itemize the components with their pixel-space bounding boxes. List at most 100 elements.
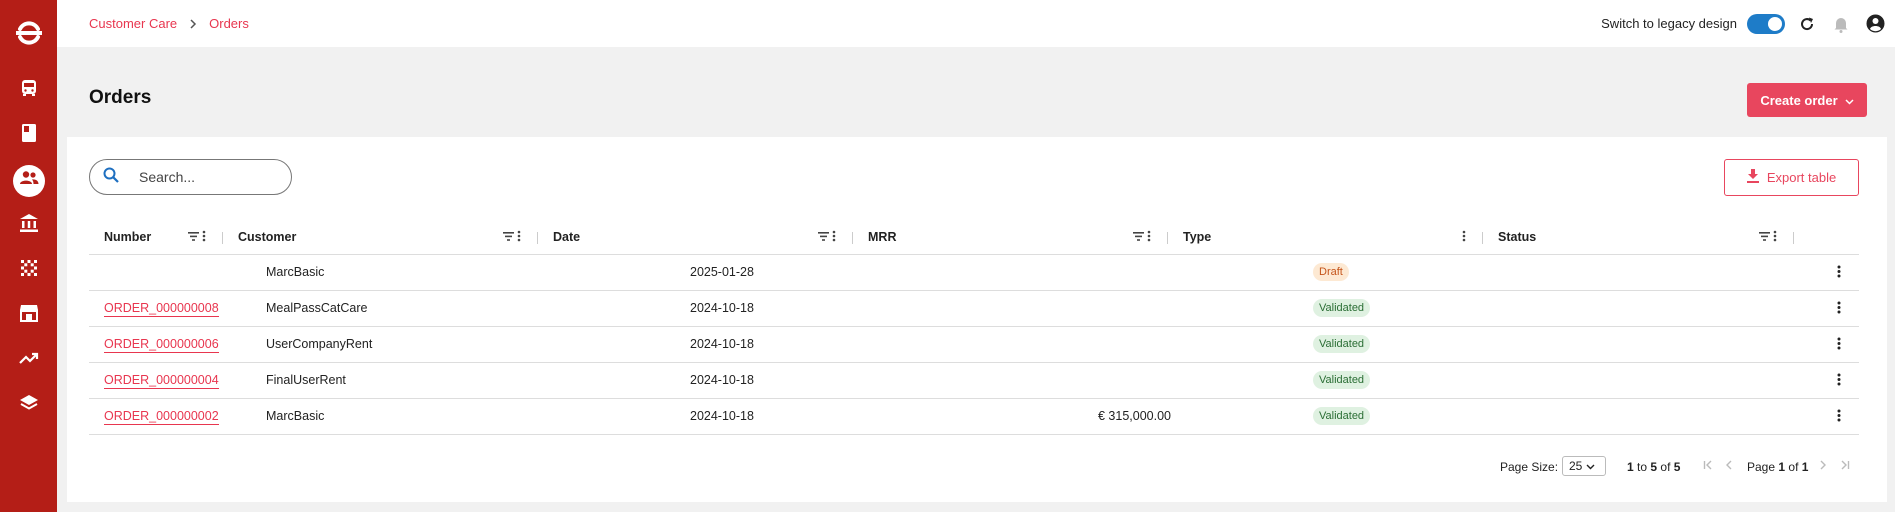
page-total: 1 bbox=[1801, 460, 1809, 474]
column-header-date[interactable]: Date bbox=[538, 219, 853, 255]
page-size-value: 25 bbox=[1569, 459, 1583, 473]
account-icon[interactable] bbox=[1865, 14, 1885, 34]
sidebar-item-layers[interactable] bbox=[0, 383, 57, 428]
filter-icon[interactable] bbox=[1133, 230, 1144, 244]
status-badge: Validated bbox=[1313, 299, 1371, 317]
orders-card: Export table Number Customer Da bbox=[67, 137, 1887, 502]
status-badge: Validated bbox=[1313, 407, 1371, 425]
column-header-mrr[interactable]: MRR bbox=[853, 219, 1168, 255]
column-menu-icon[interactable] bbox=[832, 230, 836, 245]
table-row[interactable]: ORDER_000000008 MealPassCatCare 2024-10-… bbox=[89, 291, 1859, 327]
order-number-link[interactable]: ORDER_000000008 bbox=[104, 301, 219, 317]
sidebar-item-bank[interactable] bbox=[0, 203, 57, 248]
page-header: Orders Create order bbox=[57, 47, 1895, 137]
cell-date: 2024-10-18 bbox=[690, 409, 754, 423]
cell-date: 2025-01-28 bbox=[690, 265, 754, 279]
chevron-down-icon bbox=[1845, 93, 1854, 108]
table-row[interactable]: ORDER_000000006 UserCompanyRent 2024-10-… bbox=[89, 327, 1859, 363]
range-of-word: of bbox=[1660, 460, 1671, 474]
row-menu-icon[interactable] bbox=[1837, 409, 1841, 425]
cell-mrr: € 315,000.00 bbox=[1098, 409, 1171, 423]
column-header-number[interactable]: Number bbox=[89, 219, 223, 255]
filter-icon[interactable] bbox=[818, 230, 829, 244]
page-of-word: of bbox=[1788, 460, 1799, 474]
column-menu-icon[interactable] bbox=[1462, 230, 1466, 245]
export-table-button[interactable]: Export table bbox=[1724, 159, 1859, 196]
logo-icon[interactable] bbox=[14, 18, 44, 48]
prev-page-icon[interactable] bbox=[1725, 459, 1733, 473]
download-icon bbox=[1746, 169, 1759, 186]
status-badge: Validated bbox=[1313, 371, 1371, 389]
orders-table: Number Customer Date MRR Type Status Mar… bbox=[89, 219, 1859, 435]
refresh-icon[interactable] bbox=[1797, 14, 1817, 34]
row-menu-icon[interactable] bbox=[1837, 301, 1841, 317]
cell-customer: UserCompanyRent bbox=[266, 337, 373, 351]
bus-icon bbox=[19, 78, 39, 103]
layers-icon bbox=[19, 393, 39, 418]
chevron-right-icon bbox=[189, 18, 197, 29]
column-header-customer[interactable]: Customer bbox=[223, 219, 538, 255]
bell-icon[interactable] bbox=[1831, 14, 1851, 34]
trending-icon bbox=[18, 351, 39, 370]
create-order-button[interactable]: Create order bbox=[1747, 83, 1867, 117]
last-page-icon[interactable] bbox=[1839, 459, 1850, 473]
cell-date: 2024-10-18 bbox=[690, 373, 754, 387]
range-total: 5 bbox=[1673, 460, 1681, 474]
column-header-type[interactable]: Type bbox=[1168, 219, 1483, 255]
page-word: Page bbox=[1747, 460, 1776, 474]
column-header-status[interactable]: Status bbox=[1483, 219, 1794, 255]
topbar: Customer Care Orders Switch to legacy de… bbox=[57, 0, 1895, 47]
filter-icon[interactable] bbox=[1759, 230, 1770, 244]
table-row[interactable]: ORDER_000000004 FinalUserRent 2024-10-18… bbox=[89, 363, 1859, 399]
sidebar-item-grid[interactable] bbox=[0, 248, 57, 293]
table-header: Number Customer Date MRR Type Status bbox=[89, 219, 1859, 255]
range-to: 5 bbox=[1650, 460, 1658, 474]
cell-customer: MarcBasic bbox=[266, 409, 325, 423]
sidebar-item-transport[interactable] bbox=[0, 68, 57, 113]
first-page-icon[interactable] bbox=[1703, 459, 1714, 473]
table-row[interactable]: MarcBasic 2025-01-28 Draft bbox=[89, 255, 1859, 291]
page-title: Orders bbox=[89, 87, 152, 108]
column-menu-icon[interactable] bbox=[1147, 230, 1151, 245]
legacy-design-label: Switch to legacy design bbox=[1601, 16, 1737, 31]
row-range: 1 to 5 of 5 bbox=[1627, 460, 1680, 474]
status-badge: Draft bbox=[1313, 263, 1349, 281]
export-table-label: Export table bbox=[1766, 170, 1837, 185]
sidebar-item-customers[interactable] bbox=[0, 158, 57, 203]
column-label-customer: Customer bbox=[238, 230, 297, 244]
breadcrumb-customer-care[interactable]: Customer Care bbox=[89, 16, 177, 31]
range-from: 1 bbox=[1627, 460, 1634, 474]
breadcrumb-orders[interactable]: Orders bbox=[209, 16, 249, 31]
order-number-link[interactable]: ORDER_000000004 bbox=[104, 373, 219, 389]
column-label-type: Type bbox=[1183, 230, 1212, 244]
sidebar-item-store[interactable] bbox=[0, 293, 57, 338]
next-page-icon[interactable] bbox=[1819, 459, 1827, 473]
row-menu-icon[interactable] bbox=[1837, 337, 1841, 353]
table-row[interactable]: ORDER_000000002 MarcBasic 2024-10-18 € 3… bbox=[89, 399, 1859, 435]
column-label-mrr: MRR bbox=[868, 230, 897, 244]
cell-date: 2024-10-18 bbox=[690, 301, 754, 315]
column-menu-icon[interactable] bbox=[1773, 230, 1777, 245]
column-label-number: Number bbox=[104, 230, 152, 244]
range-to-word: to bbox=[1637, 460, 1648, 474]
sidebar-item-catalog[interactable] bbox=[0, 113, 57, 158]
column-menu-icon[interactable] bbox=[202, 230, 206, 245]
order-number-link[interactable]: ORDER_000000002 bbox=[104, 409, 219, 425]
order-number-link[interactable]: ORDER_000000006 bbox=[104, 337, 219, 353]
column-label-date: Date bbox=[553, 230, 581, 244]
filter-icon[interactable] bbox=[503, 230, 514, 244]
legacy-design-toggle[interactable] bbox=[1747, 13, 1785, 34]
store-icon bbox=[19, 304, 39, 327]
grid-dots-icon bbox=[20, 259, 38, 282]
row-menu-icon[interactable] bbox=[1837, 265, 1841, 281]
search-input[interactable] bbox=[139, 169, 269, 185]
cell-customer: FinalUserRent bbox=[266, 373, 346, 387]
page-size-select[interactable]: 25 bbox=[1562, 456, 1606, 476]
column-menu-icon[interactable] bbox=[517, 230, 521, 245]
sidebar-item-analytics[interactable] bbox=[0, 338, 57, 383]
search-field[interactable] bbox=[89, 159, 292, 195]
page-current: 1 bbox=[1778, 460, 1786, 474]
filter-icon[interactable] bbox=[188, 230, 199, 244]
row-menu-icon[interactable] bbox=[1837, 373, 1841, 389]
cell-customer: MealPassCatCare bbox=[266, 301, 368, 315]
